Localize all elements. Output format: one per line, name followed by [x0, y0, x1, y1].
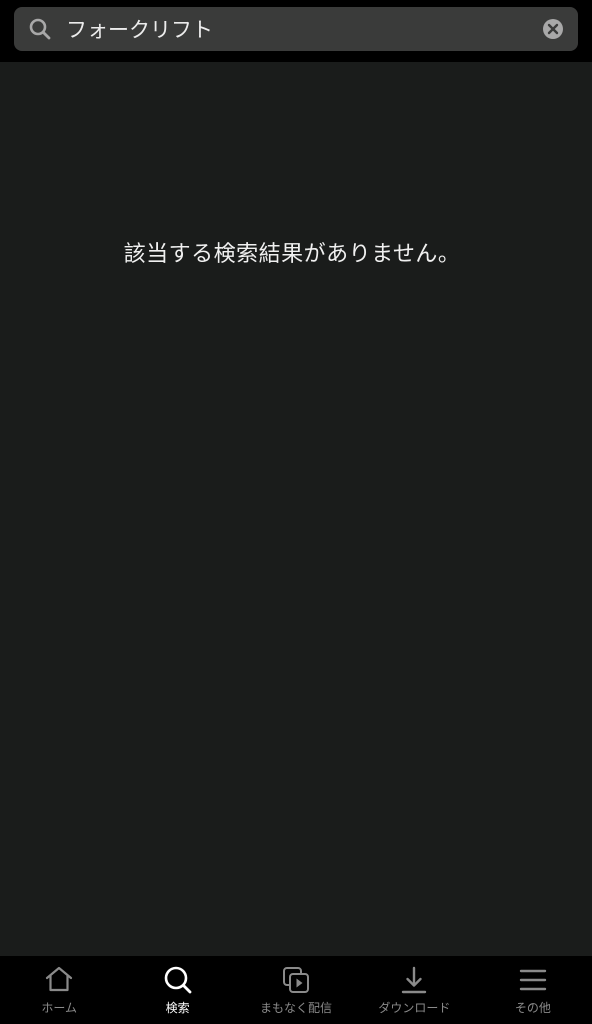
- bottom-tab-bar: ホーム 検索 まもなく配信 ダウンロード その他: [0, 956, 592, 1024]
- search-bar[interactable]: [14, 7, 578, 51]
- tab-more[interactable]: その他: [474, 956, 592, 1024]
- no-results-message: 該当する検索結果がありません。: [123, 242, 461, 267]
- search-icon: [164, 966, 192, 994]
- search-screen: 該当する検索結果がありません。 ホーム 検索 まもなく配信: [0, 0, 592, 1024]
- clear-search-button[interactable]: [542, 18, 564, 40]
- menu-icon: [519, 969, 547, 991]
- search-input[interactable]: [66, 7, 536, 51]
- search-icon: [29, 18, 51, 40]
- tab-search[interactable]: 検索: [118, 956, 236, 1024]
- tab-more-label: その他: [514, 1001, 551, 1015]
- download-icon: [402, 966, 427, 994]
- tab-downloads-label: ダウンロード: [378, 1001, 451, 1015]
- tab-coming-soon-label: まもなく配信: [260, 1001, 333, 1015]
- tab-coming-soon[interactable]: まもなく配信: [237, 956, 355, 1024]
- play-stack-icon: [283, 967, 310, 993]
- search-header: [0, 0, 592, 62]
- tab-home[interactable]: ホーム: [0, 956, 118, 1024]
- tab-downloads[interactable]: ダウンロード: [355, 956, 473, 1024]
- tab-search-label: 検索: [165, 1001, 190, 1015]
- home-icon: [46, 966, 73, 992]
- tab-home-label: ホーム: [41, 1001, 78, 1015]
